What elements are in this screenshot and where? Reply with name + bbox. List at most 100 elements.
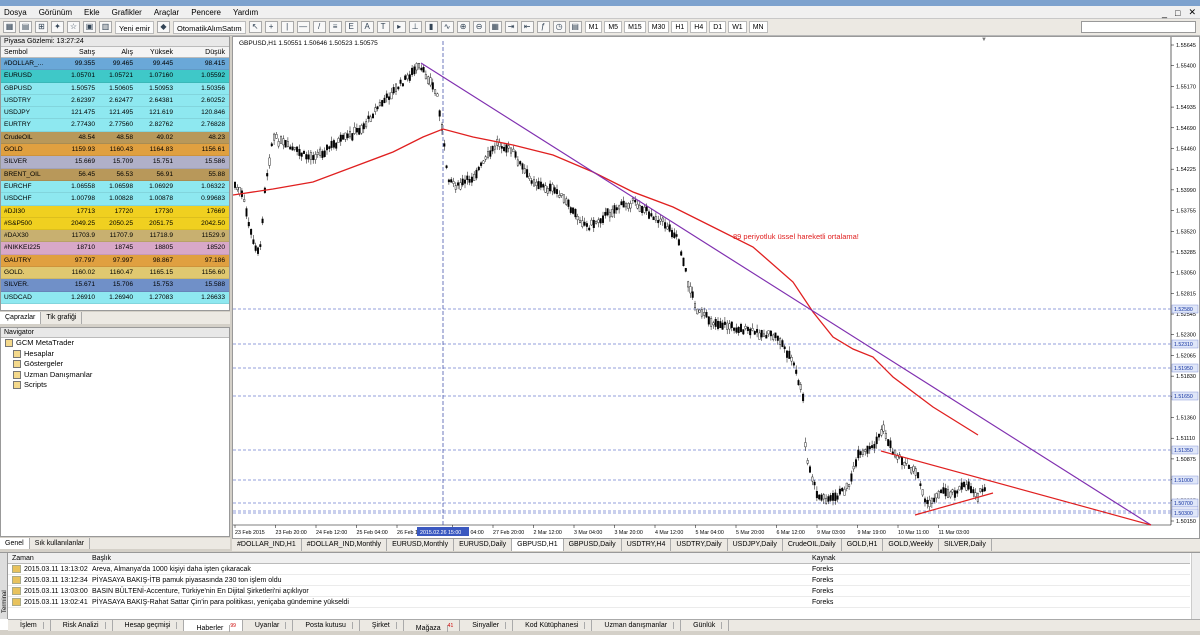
- chart-tab[interactable]: #DOLLAR_IND,Monthly: [302, 539, 388, 551]
- market-watch-row[interactable]: BRENT_OIL 56.45 56.53 56.91 55.88: [1, 168, 229, 181]
- chart-tab[interactable]: EURUSD,Daily: [454, 539, 513, 551]
- close-icon[interactable]: ✕: [1188, 7, 1196, 18]
- profiles-icon[interactable]: ▤: [19, 21, 32, 33]
- metaeditor-icon[interactable]: ◆: [157, 21, 170, 33]
- column-header[interactable]: Sembol: [1, 47, 61, 58]
- terminal-tab[interactable]: Risk Analizi: [51, 620, 113, 631]
- chart-tab[interactable]: EURUSD,Monthly: [387, 539, 455, 551]
- chart-tab[interactable]: CrudeOIL,Daily: [783, 539, 842, 551]
- market-watch-row[interactable]: GOLD. 1160.02 1160.47 1165.15 1156.60: [1, 267, 229, 280]
- terminal-tab[interactable]: Mağaza 41: [404, 620, 461, 633]
- chart-tab[interactable]: GOLD,H1: [842, 539, 884, 551]
- timeframe-m5[interactable]: M5: [604, 21, 623, 33]
- market-watch-row[interactable]: USDJPY 121.475 121.495 121.619 120.846: [1, 107, 229, 120]
- trend-line-icon[interactable]: /: [312, 21, 326, 33]
- chart-tab[interactable]: #DOLLAR_IND,H1: [232, 539, 302, 551]
- market-watch-row[interactable]: USDCHF 1.00798 1.00828 1.00878 0.99683: [1, 193, 229, 206]
- new-order-button[interactable]: Yeni emir: [115, 20, 154, 34]
- channel-icon[interactable]: ≡: [328, 21, 342, 33]
- maximize-icon[interactable]: □: [1175, 8, 1180, 18]
- chart-tab[interactable]: USDJPY,Daily: [728, 539, 783, 551]
- terminal-tab[interactable]: Uyarılar: [243, 620, 294, 631]
- navigator-icon[interactable]: ☆: [67, 21, 80, 33]
- data-window-icon[interactable]: ✦: [51, 21, 64, 33]
- market-watch-tab[interactable]: Tik grafiği: [41, 312, 83, 324]
- arrows-icon[interactable]: ▸: [392, 21, 406, 33]
- fibo-icon[interactable]: E: [344, 21, 358, 33]
- market-watch-icon[interactable]: ⊞: [35, 21, 48, 33]
- chart-tab[interactable]: USDTRY,Daily: [671, 539, 728, 551]
- timeframe-h1[interactable]: H1: [671, 21, 689, 33]
- terminal-tab[interactable]: Uzman danışmanlar: [592, 620, 682, 631]
- market-watch-row[interactable]: SILVER. 15.671 15.706 15.753 15.588: [1, 279, 229, 292]
- market-watch-row[interactable]: #DJI30 17713 17720 17730 17669: [1, 205, 229, 218]
- menu-item-5[interactable]: Pencere: [191, 8, 221, 17]
- market-watch-row[interactable]: USDCAD 1.26910 1.26940 1.27083 1.26633: [1, 291, 229, 304]
- chart-tab[interactable]: GBPUSD,Daily: [564, 539, 622, 551]
- minimize-icon[interactable]: _: [1162, 8, 1167, 18]
- market-watch-tab[interactable]: Çaprazlar: [0, 312, 42, 324]
- candle-chart-icon[interactable]: ▮: [424, 21, 438, 33]
- market-watch-row[interactable]: SILVER 15.669 15.709 15.751 15.586: [1, 156, 229, 169]
- navigator-item[interactable]: Scripts: [1, 380, 229, 391]
- terminal-tab[interactable]: Posta kutusu: [293, 620, 360, 631]
- terminal-tab[interactable]: Hesap geçmişi: [113, 620, 185, 631]
- terminal-column-header[interactable]: Başlık: [88, 553, 808, 564]
- templates-icon[interactable]: ▤: [568, 21, 582, 33]
- menu-item-6[interactable]: Yardım: [233, 8, 258, 17]
- bar-chart-icon[interactable]: ⊥: [408, 21, 422, 33]
- market-watch-row[interactable]: GOLD 1159.93 1160.43 1164.83 1156.61: [1, 144, 229, 157]
- market-watch-row[interactable]: CrudeOIL 48.54 48.58 49.02 48.23: [1, 131, 229, 145]
- period-clock-icon[interactable]: ◷: [552, 21, 566, 33]
- column-header[interactable]: Düşük: [177, 47, 229, 58]
- timeframe-mn[interactable]: MN: [748, 21, 768, 33]
- news-row[interactable]: 2015.03.11 13:02:41 PİYASAYA BAKIŞ-Rahat …: [8, 597, 1190, 608]
- menu-item-1[interactable]: Görünüm: [39, 8, 72, 17]
- auto-trade-button[interactable]: OtomatikAlımSatım: [173, 20, 246, 34]
- market-watch-row[interactable]: EURUSD 1.05701 1.05721 1.07160 1.05592: [1, 70, 229, 83]
- menu-item-2[interactable]: Ekle: [84, 8, 100, 17]
- timeframe-m15[interactable]: M15: [624, 21, 646, 33]
- text-icon[interactable]: A: [360, 21, 374, 33]
- crosshair-icon[interactable]: +: [264, 21, 278, 33]
- chart-window[interactable]: GBPUSD,H1 1.50551 1.50646 1.50523 1.5057…: [232, 36, 1200, 539]
- timeframe-w1[interactable]: W1: [728, 21, 747, 33]
- chart-tab[interactable]: GBPUSD,H1: [512, 539, 564, 551]
- terminal-icon[interactable]: ▣: [83, 21, 96, 33]
- line-chart-icon[interactable]: ∿: [440, 21, 454, 33]
- navigator-item[interactable]: Hesaplar: [1, 349, 229, 360]
- terminal-tab[interactable]: Şirket: [360, 620, 404, 631]
- timeframe-m1[interactable]: M1: [584, 21, 603, 33]
- horizontal-line-icon[interactable]: —: [296, 21, 310, 33]
- market-watch-row[interactable]: GBPUSD 1.50575 1.50605 1.50953 1.50356: [1, 82, 229, 95]
- timeframe-h4[interactable]: H4: [690, 21, 708, 33]
- terminal-column-header[interactable]: Kaynak: [808, 553, 1190, 564]
- column-header[interactable]: Yüksek: [137, 47, 177, 58]
- navigator-item[interactable]: Göstergeler: [1, 359, 229, 370]
- market-watch-row[interactable]: #DAX30 11703.9 11707.9 11718.9 11529.9: [1, 230, 229, 243]
- chart-tab[interactable]: USDTRY,H4: [622, 539, 672, 551]
- market-watch-row[interactable]: #NIKKEI225 18710 18745 18805 18520: [1, 242, 229, 255]
- chart-tab[interactable]: GOLD,Weekly: [883, 539, 940, 551]
- terminal-tab[interactable]: Kod Kütüphanesi: [513, 620, 593, 631]
- menu-item-0[interactable]: Dosya: [4, 8, 27, 17]
- tile-icon[interactable]: ▦: [488, 21, 502, 33]
- navigator-item[interactable]: Uzman Danışmanlar: [1, 370, 229, 381]
- new-chart-icon[interactable]: ▦: [3, 21, 16, 33]
- navigator-tab[interactable]: Genel: [0, 538, 30, 549]
- terminal-column-header[interactable]: Zaman: [8, 553, 88, 564]
- news-row[interactable]: 2015.03.11 13:03:00 BASIN BÜLTENİ-Accentu…: [8, 586, 1190, 597]
- market-watch-row[interactable]: USDTRY 2.62397 2.62477 2.64381 2.60252: [1, 94, 229, 108]
- column-header[interactable]: Satış: [61, 47, 99, 58]
- vertical-line-icon[interactable]: |: [280, 21, 294, 33]
- autoscroll-icon[interactable]: ⇥: [504, 21, 518, 33]
- search-input[interactable]: [1081, 21, 1196, 33]
- market-watch-row[interactable]: #S&P500 2049.25 2050.25 2051.75 2042.50: [1, 217, 229, 231]
- shift-icon[interactable]: ⇤: [520, 21, 534, 33]
- label-icon[interactable]: T: [376, 21, 390, 33]
- terminal-tab[interactable]: Haberler 99: [184, 620, 243, 633]
- market-watch-row[interactable]: EURTRY 2.77430 2.77560 2.82762 2.76828: [1, 119, 229, 132]
- price-chart[interactable]: GBPUSD,H1 1.50551 1.50646 1.50523 1.5057…: [232, 37, 1199, 538]
- news-row[interactable]: 2015.03.11 13:13:02 Areva, Almanya'da 100…: [8, 564, 1190, 575]
- zoom-out-icon[interactable]: ⊖: [472, 21, 486, 33]
